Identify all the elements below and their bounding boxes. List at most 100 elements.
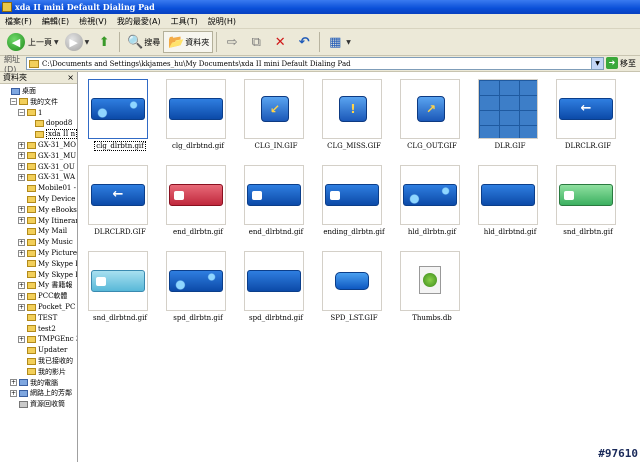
expand-icon[interactable]: + — [18, 206, 25, 214]
folders-button[interactable]: 📂 資料夾 — [163, 31, 214, 53]
file-item[interactable]: DLR.GIF — [472, 74, 548, 160]
expand-icon[interactable]: + — [10, 379, 17, 387]
undo-button[interactable]: ↶ — [292, 31, 316, 53]
tree-item[interactable]: + My eBooks — [18, 205, 77, 215]
tree-item[interactable]: + GX-31_WA — [18, 172, 75, 182]
folder-icon — [27, 217, 36, 225]
copy-to-button[interactable]: ⧉ — [244, 31, 268, 53]
tree-item[interactable]: + My 書籍報 — [18, 280, 72, 290]
tree-item[interactable]: + My Itinerar — [18, 216, 77, 226]
file-item[interactable]: ← DLRCLR.GIF — [550, 74, 626, 160]
expand-icon[interactable]: + — [18, 141, 25, 149]
file-name: end_dlrbtn.gif — [172, 228, 224, 236]
tree-item[interactable]: + 我的電腦 — [10, 378, 58, 388]
file-item[interactable]: hld_dlrbtn.gif — [394, 160, 470, 246]
file-item[interactable]: clg_dlrbtnd.gif — [160, 74, 236, 160]
tree-item[interactable]: My Skype F — [18, 259, 77, 269]
expand-icon[interactable]: + — [18, 173, 25, 181]
tree-item[interactable]: Updater — [18, 345, 67, 355]
file-item[interactable]: snd_dlrbtn.gif — [550, 160, 626, 246]
file-item[interactable]: spd_dlrbtnd.gif — [238, 246, 314, 332]
file-item[interactable]: ending_dlrbtn.gif — [316, 160, 392, 246]
menu-view[interactable]: 檢視(V) — [74, 16, 112, 27]
file-item[interactable]: ← DLRCLRD.GIF — [82, 160, 158, 246]
tree-item[interactable]: 桌面 — [2, 86, 36, 96]
tree-item[interactable]: 我已接收的 — [18, 356, 73, 366]
file-item[interactable]: hld_dlrbtnd.gif — [472, 160, 548, 246]
file-name-label: CLG_OUT.GIF — [394, 142, 470, 150]
file-item[interactable]: ↗ CLG_OUT.GIF — [394, 74, 470, 160]
views-button[interactable]: ▦ ▼ — [323, 31, 354, 53]
tree-item[interactable]: 資源回收筒 — [10, 399, 65, 409]
expand-icon[interactable]: + — [18, 238, 25, 246]
tree-item[interactable]: + My Music — [18, 237, 73, 247]
tree-item[interactable]: xda II n — [26, 129, 77, 140]
tree-item-label: dopod8 — [46, 119, 73, 128]
expand-icon[interactable]: + — [18, 249, 25, 257]
phone-icon — [252, 191, 262, 200]
expand-icon[interactable]: + — [10, 389, 17, 397]
call-missed-icon: ! — [339, 96, 367, 122]
file-item[interactable]: ! CLG_MISS.GIF — [316, 74, 392, 160]
file-item[interactable]: end_dlrbtnd.gif — [238, 160, 314, 246]
separator — [119, 32, 121, 52]
close-icon[interactable]: × — [67, 72, 74, 84]
tree-item[interactable]: Mobile01 - — [18, 183, 76, 193]
folder-pane-header: 資料夾 × — [0, 72, 77, 84]
menu-file[interactable]: 檔案(F) — [0, 16, 37, 27]
back-button[interactable]: ◀ 上一頁 ▼ — [4, 31, 62, 53]
tree-item[interactable]: + Pocket_PC — [18, 302, 75, 312]
file-item[interactable]: ↙ CLG_IN.GIF — [238, 74, 314, 160]
collapse-icon[interactable]: − — [10, 98, 17, 106]
tree-item[interactable]: + PCC軟體 — [18, 291, 67, 301]
collapse-icon[interactable]: − — [18, 109, 25, 117]
menu-favorites[interactable]: 我的最愛(A) — [112, 16, 166, 27]
tree-item[interactable]: + GX-31_OU — [18, 162, 75, 172]
forward-button[interactable]: ▶ ▼ — [62, 31, 93, 53]
menu-help[interactable]: 說明(H) — [203, 16, 241, 27]
expand-icon[interactable]: + — [18, 335, 25, 343]
menu-tools[interactable]: 工具(T) — [166, 16, 203, 27]
go-button[interactable]: ➜ 移至 — [606, 57, 636, 69]
tree-item[interactable]: 我的影片 — [18, 367, 66, 377]
tree-item[interactable]: + 網路上的芳鄰 — [10, 388, 72, 398]
tree-item[interactable]: TEST — [18, 313, 57, 323]
file-thumbnail — [400, 251, 460, 311]
file-name: CLG_MISS.GIF — [327, 142, 381, 150]
search-button[interactable]: 🔍 搜尋 — [123, 31, 163, 53]
tree-item[interactable]: My Mail — [18, 226, 67, 236]
address-field[interactable]: C:\Documents and Settings\kkjames_hu\My … — [26, 57, 604, 70]
expand-icon[interactable]: + — [18, 281, 25, 289]
menu-edit[interactable]: 編輯(E) — [37, 16, 74, 27]
tree-item[interactable]: My Device — [18, 194, 75, 204]
views-icon: ▦ — [329, 34, 342, 50]
file-item[interactable]: end_dlrbtn.gif — [160, 160, 236, 246]
tree-item[interactable]: test2 — [18, 324, 56, 334]
move-to-button[interactable]: ⇨ — [220, 31, 244, 53]
tree-item[interactable]: − 我的文件 — [10, 97, 58, 107]
tree-item[interactable]: My Skype F — [18, 270, 77, 280]
expand-icon[interactable]: + — [18, 217, 25, 225]
file-thumbnail: ! — [322, 79, 382, 139]
file-item[interactable]: spd_dlrbtn.gif — [160, 246, 236, 332]
tree-item[interactable]: −1 — [18, 108, 42, 118]
desktop-icon — [11, 87, 20, 95]
file-item[interactable]: SPD_LST.GIF — [316, 246, 392, 332]
file-item[interactable]: Thumbs.db — [394, 246, 470, 332]
tree-item[interactable]: + TMPGEnc 3 — [18, 334, 77, 344]
up-folder-button[interactable]: ⬆ — [92, 31, 116, 53]
file-item[interactable]: snd_dlrbtnd.gif — [82, 246, 158, 332]
delete-button[interactable]: ✕ — [268, 31, 292, 53]
expand-icon[interactable]: + — [18, 152, 25, 160]
expand-icon[interactable]: + — [18, 303, 25, 311]
expand-icon[interactable]: + — [18, 163, 25, 171]
tree-item-label: My Device — [38, 195, 76, 203]
tree-item[interactable]: + GX-31_MU — [18, 151, 76, 161]
file-item[interactable]: clg_dlrbtn.gif — [82, 74, 158, 160]
tree-item[interactable]: dopod8 — [26, 118, 72, 128]
expand-icon[interactable]: + — [18, 292, 25, 300]
chevron-down-icon[interactable]: ▼ — [591, 58, 603, 69]
file-name: ending_dlrbtn.gif — [323, 228, 385, 236]
tree-item[interactable]: + GX-31_MO — [18, 140, 76, 150]
tree-item[interactable]: + My Pictures — [18, 248, 77, 258]
